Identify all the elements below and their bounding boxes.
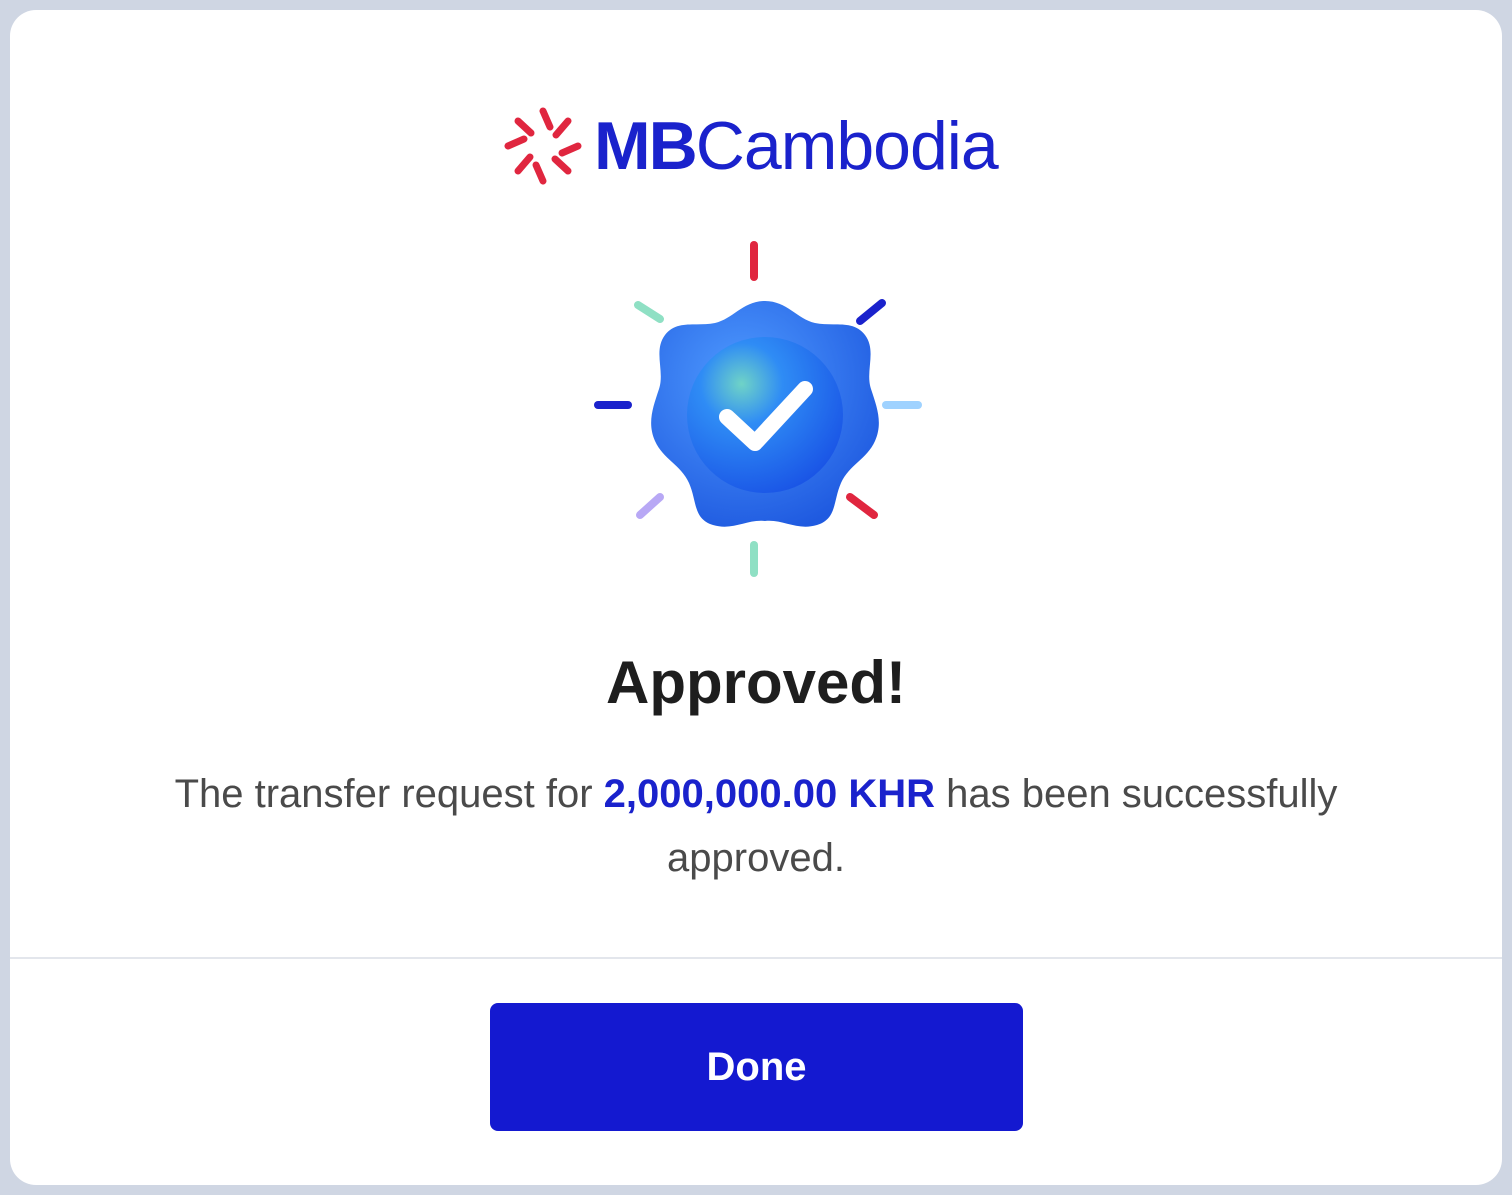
brand-name-regular: Cambodia — [695, 108, 999, 184]
message-prefix: The transfer request for — [174, 772, 604, 816]
approval-dialog: MBCambodia Approved! The transfer reques… — [10, 10, 1502, 1185]
ray-bottom-left — [636, 493, 664, 519]
brand-logo: MBCambodia — [498, 96, 999, 196]
star-burst-logo-icon — [504, 107, 582, 185]
transfer-amount: 2,000,000.00 KHR — [603, 772, 935, 816]
badge-inner — [687, 337, 843, 493]
status-message: The transfer request for 2,000,000.00 KH… — [90, 762, 1422, 890]
divider — [10, 957, 1502, 959]
done-button[interactable]: Done — [490, 1003, 1023, 1131]
ray-top-right — [856, 299, 886, 325]
status-title: Approved! — [606, 649, 906, 716]
brand-name-bold: MB — [594, 108, 698, 184]
verified-badge-check-icon — [594, 241, 922, 577]
ray-bottom-right — [846, 493, 878, 519]
ray-top-left — [634, 301, 664, 323]
brand-name: MBCambodia — [594, 112, 999, 180]
